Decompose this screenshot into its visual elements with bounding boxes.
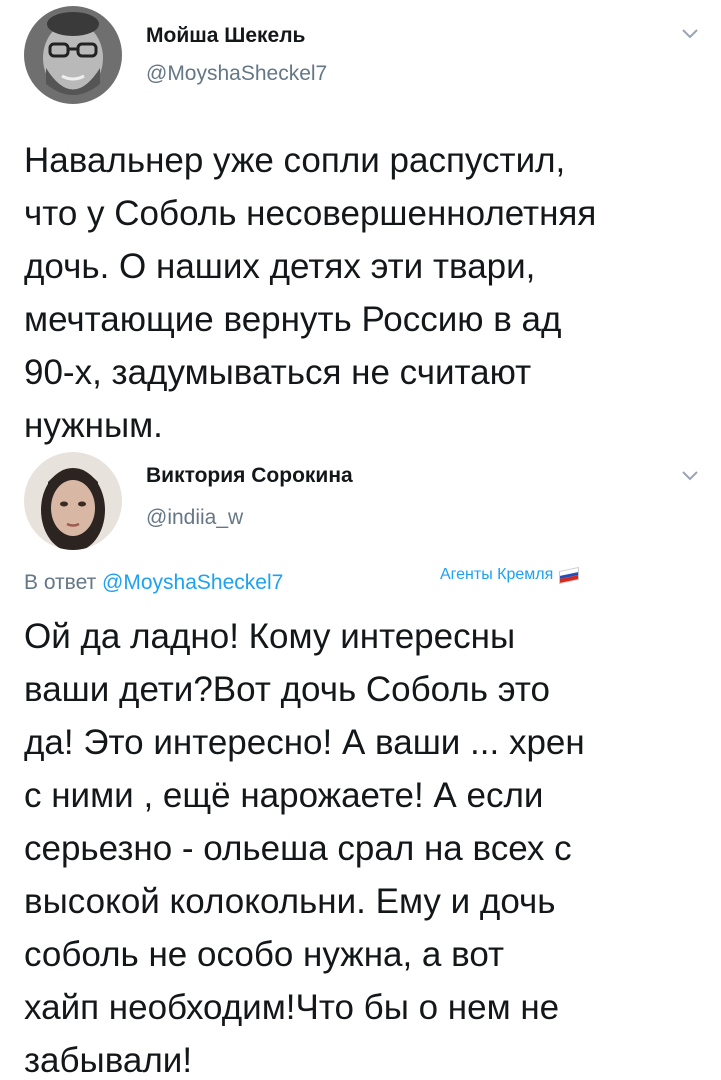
avatar-moysha[interactable]: [24, 6, 122, 104]
chevron-down-icon[interactable]: [680, 468, 700, 482]
author-name[interactable]: Виктория Сорокина: [146, 464, 353, 488]
tweet-text-line: серьезно - ольеша срал на всех с: [24, 829, 572, 868]
author-name[interactable]: Мойша Шекель: [146, 24, 305, 48]
author-handle[interactable]: @indiia_w: [146, 506, 243, 530]
tweet-text-line: что у Соболь несовершеннолетняя: [24, 194, 597, 233]
tweet-text-line: нужным.: [24, 406, 163, 445]
tweet-text-line: соболь не особо нужна, а вот: [24, 935, 505, 974]
tweet-text-line: забывали!: [24, 1041, 193, 1080]
russia-flag-icon: [559, 566, 580, 584]
tweet-text-line: высокой колокольни. Ему и дочь: [24, 882, 556, 921]
avatar-viktoria[interactable]: [24, 452, 122, 550]
reply-to-link[interactable]: @MoyshaSheckel7: [102, 571, 283, 594]
tweet-text-line: с ними , ещё нарожаете! А если: [24, 776, 544, 815]
reply-context: В ответ @MoyshaSheckel7: [24, 571, 283, 595]
tweet-text-line: Ой да ладно! Кому интересны: [24, 617, 516, 656]
author-handle[interactable]: @MoyshaSheckel7: [146, 62, 327, 86]
tweet-text: Навальнер уже сопли распустил, что у Соб…: [24, 134, 704, 452]
tweet-text-line: да! Это интересно! А ваши ... хрен: [24, 723, 585, 762]
tweet-text-line: ваши дети?Вот дочь Соболь это: [24, 670, 550, 709]
tweet-text-line: 90-х, задумываться не считают: [24, 353, 532, 392]
tweet-text: Ой да ладно! Кому интересны ваши дети?Во…: [24, 610, 704, 1080]
account-label-text: Агенты Кремля: [440, 566, 554, 583]
tweet-text-line: дочь. О наших детях эти твари,: [24, 247, 536, 286]
tweet-text-line: Навальнер уже сопли распустил,: [24, 141, 566, 180]
chevron-down-icon[interactable]: [680, 26, 700, 40]
tweet-text-line: мечтающие вернуть Россию в ад: [24, 300, 562, 339]
account-label[interactable]: Агенты Кремля: [440, 566, 580, 584]
reply-prefix: В ответ: [24, 571, 97, 594]
tweet-text-line: хайп необходим!Что бы о нем не: [24, 988, 560, 1027]
